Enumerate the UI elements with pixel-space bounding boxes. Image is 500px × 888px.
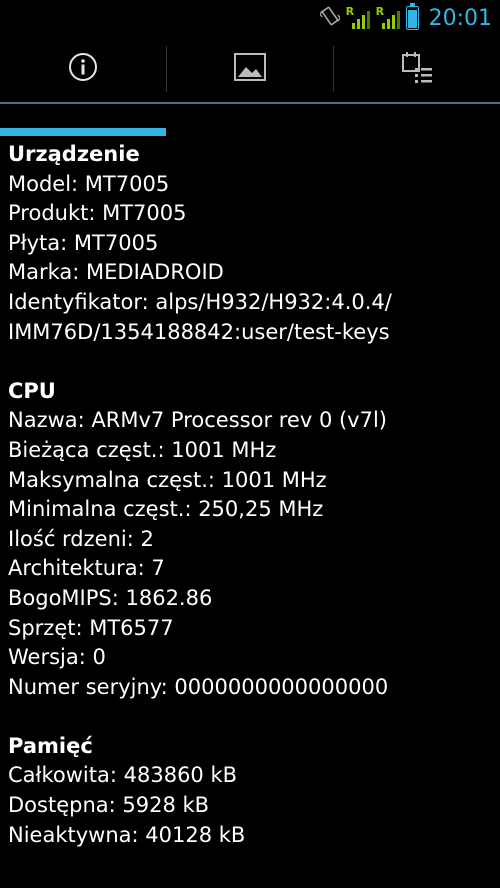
signal-icon: R [376, 5, 400, 29]
info-icon [68, 52, 98, 86]
section-title-cpu: CPU [8, 378, 56, 403]
cpu-name: Nazwa: ARMv7 Processor rev 0 (v7l) [8, 408, 387, 433]
signal-icon: R [346, 5, 370, 29]
cpu-architecture: Architektura: 7 [8, 556, 165, 581]
cpu-min-freq: Minimalna częst.: 250,25 MHz [8, 497, 324, 522]
section-title-memory: Pamięć [8, 733, 93, 758]
cpu-serial: Numer seryjny: 0000000000000000 [8, 674, 389, 699]
status-clock: 20:01 [428, 5, 492, 31]
cpu-bogomips: BogoMIPS: 1862.86 [8, 585, 213, 610]
cpu-current-freq: Bieżąca częst.: 1001 MHz [8, 437, 277, 462]
cpu-max-freq: Maksymalna częst.: 1001 MHz [8, 467, 327, 492]
device-product: Produkt: MT7005 [8, 201, 187, 226]
info-content: Urządzenie Model: MT7005 Produkt: MT7005… [8, 140, 496, 850]
cpu-cores: Ilość rdzeni: 2 [8, 526, 154, 551]
image-icon [234, 53, 266, 85]
tab-system[interactable] [334, 36, 500, 102]
memory-total: Całkowita: 483860 kB [8, 763, 238, 788]
battery-icon [405, 3, 419, 30]
selected-tab-indicator [0, 128, 166, 136]
cpu-revision: Wersja: 0 [8, 645, 106, 670]
device-model: Model: MT7005 [8, 171, 170, 196]
status-icons: R R 20:01 [318, 0, 492, 36]
tab-display[interactable] [167, 36, 333, 102]
device-brand: Marka: MEDIADROID [8, 260, 224, 285]
calendar-list-icon [401, 50, 433, 88]
memory-free: Dostępna: 5928 kB [8, 793, 210, 818]
tab-bar [0, 36, 500, 136]
section-title-device: Urządzenie [8, 142, 140, 166]
memory-inactive: Nieaktywna: 40128 kB [8, 822, 246, 847]
device-board: Płyta: MT7005 [8, 230, 159, 255]
status-bar: R R 20:01 [0, 0, 500, 36]
cpu-hardware: Sprzęt: MT6577 [8, 615, 174, 640]
vibrate-icon [318, 5, 341, 32]
device-fingerprint-cont: IMM76D/1354188842:user/test-keys [8, 319, 390, 344]
tab-info[interactable] [0, 36, 166, 102]
device-fingerprint: Identyfikator: alps/H932/H932:4.0.4/ [8, 289, 392, 314]
